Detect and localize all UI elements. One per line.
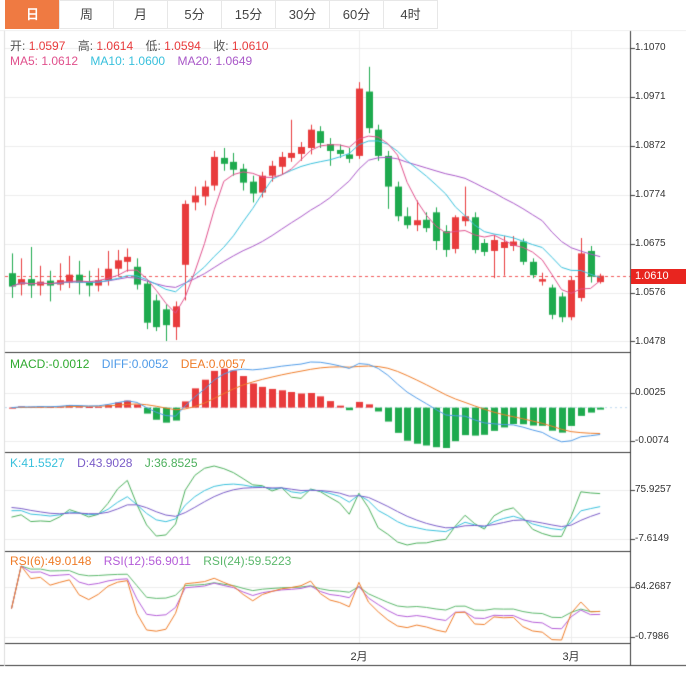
rsi12-value: RSI(12):56.9011 bbox=[103, 554, 191, 568]
tab-60min[interactable]: 60分 bbox=[329, 0, 384, 29]
high-label: 高: bbox=[77, 39, 94, 53]
tab-5min[interactable]: 5分 bbox=[167, 0, 222, 29]
rsi-tick-label: -0.7986 bbox=[635, 631, 669, 642]
current-price-badge: 1.0610 bbox=[631, 269, 686, 284]
kdj-tick-label: 75.9257 bbox=[635, 484, 672, 495]
tab-week[interactable]: 周 bbox=[59, 0, 114, 29]
price-tick-label: 1.0774 bbox=[635, 189, 666, 200]
high-value: 1.0614 bbox=[96, 39, 134, 53]
ohlc-readout: 开: 1.0597 高: 1.0614 低: 1.0594 收: 1.0610 bbox=[10, 37, 278, 54]
low-value: 1.0594 bbox=[164, 39, 201, 53]
x-axis-label-feb: 2月 bbox=[350, 651, 368, 663]
low-label: 低: bbox=[145, 39, 161, 53]
price-tick-label: 1.1070 bbox=[635, 42, 666, 53]
ma5-value: MA5: 1.0612 bbox=[10, 54, 79, 68]
tab-4hour[interactable]: 4时 bbox=[383, 0, 438, 29]
price-tick-label: 1.0576 bbox=[635, 287, 666, 298]
rsi24-value: RSI(24):59.5223 bbox=[203, 554, 292, 568]
open-value: 1.0597 bbox=[28, 39, 66, 53]
dea-value: DEA:0.0057 bbox=[180, 357, 246, 371]
ma10-value: MA10: 1.0600 bbox=[90, 54, 166, 68]
trading-chart-app: 日 周 月 5分 15分 30分 60分 4时 开: 1.0597 高: 1.0… bbox=[0, 0, 686, 674]
tab-15min[interactable]: 15分 bbox=[221, 0, 276, 29]
x-axis-label-mar: 3月 bbox=[562, 651, 580, 663]
macd-value: MACD:-0.0012 bbox=[10, 357, 90, 371]
tab-month[interactable]: 月 bbox=[113, 0, 168, 29]
candlestick-chart-canvas[interactable] bbox=[0, 0, 686, 674]
macd-readout: MACD:-0.0012 DIFF:0.0052 DEA:0.0057 bbox=[10, 357, 254, 371]
diff-value: DIFF:0.0052 bbox=[101, 357, 169, 371]
kdj-readout: K:41.5527 D:43.9028 J:36.8525 bbox=[10, 456, 207, 470]
rsi6-value: RSI(6):49.0148 bbox=[10, 554, 92, 568]
price-tick-label: 1.0675 bbox=[635, 238, 666, 249]
period-toolbar: 日 周 月 5分 15分 30分 60分 4时 bbox=[0, 0, 686, 30]
open-label: 开: bbox=[10, 39, 26, 53]
close-value: 1.0610 bbox=[231, 39, 269, 53]
d-value: D:43.9028 bbox=[77, 456, 133, 470]
tab-30min[interactable]: 30分 bbox=[275, 0, 330, 29]
ma20-value: MA20: 1.0649 bbox=[177, 54, 253, 68]
close-label: 收: bbox=[213, 39, 229, 53]
j-value: J:36.8525 bbox=[144, 456, 198, 470]
ma-readout: MA5: 1.0612 MA10: 1.0600 MA20: 1.0649 bbox=[10, 54, 261, 68]
rsi-tick-label: 64.2687 bbox=[635, 581, 672, 592]
price-tick-label: 1.0872 bbox=[635, 140, 666, 151]
macd-tick-label: -0.0074 bbox=[635, 435, 669, 446]
rsi-readout: RSI(6):49.0148 RSI(12):56.9011 RSI(24):5… bbox=[10, 554, 300, 568]
tab-day[interactable]: 日 bbox=[5, 0, 60, 29]
price-tick-label: 1.0478 bbox=[635, 336, 666, 347]
k-value: K:41.5527 bbox=[10, 456, 65, 470]
price-tick-label: 1.0971 bbox=[635, 91, 666, 102]
macd-tick-label: 0.0025 bbox=[635, 387, 666, 398]
kdj-tick-label: -7.6149 bbox=[635, 533, 669, 544]
